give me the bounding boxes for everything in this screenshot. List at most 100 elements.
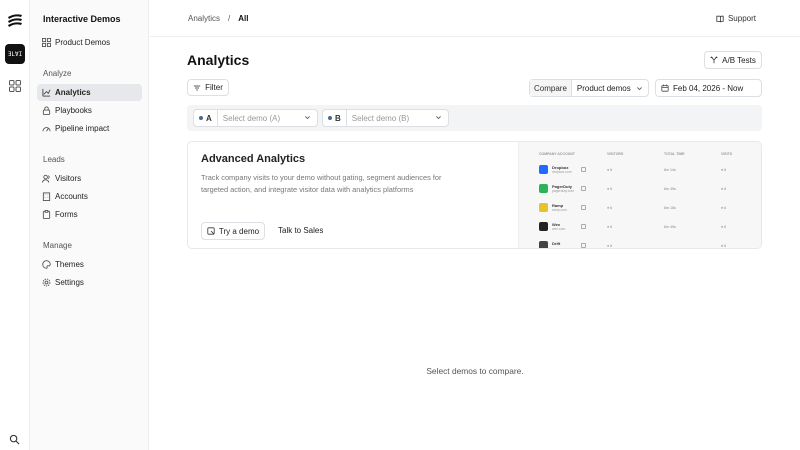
sidebar-item-analytics[interactable]: Analytics [37, 84, 142, 101]
chevron-down-icon [304, 114, 317, 123]
preview-company-domain: dropbox.com [552, 170, 572, 174]
palette-icon [41, 260, 51, 270]
ab-tests-label: A/B Tests [722, 55, 756, 65]
promo-description: Track company visits to your demo withou… [201, 173, 442, 194]
sidebar-item-forms[interactable]: Forms [37, 206, 142, 223]
sidebar-item-pipeline-impact[interactable]: Pipeline impact [37, 120, 142, 137]
top-bar: Analytics / All Support [150, 0, 800, 37]
compare-value-text: Product demos [576, 83, 631, 93]
sidebar-item-visitors[interactable]: Visitors [37, 170, 142, 187]
gauge-icon [41, 124, 51, 134]
breadcrumb-current: All [238, 14, 249, 23]
breadcrumb: Analytics / All [188, 14, 248, 23]
page-title: Analytics [187, 52, 250, 68]
preview-visits: ● 6 [721, 206, 727, 210]
preview-visitors: ● 6 [607, 225, 613, 229]
preview-row: Ramp ramp.com ● 6 6m 18s ● 6 [539, 201, 761, 217]
gear-icon [41, 278, 51, 288]
section-label-leads: Leads [43, 155, 65, 164]
company-logo-icon [539, 184, 548, 193]
demo-select-bar: A Select demo (A) B Select demo (B) [187, 105, 762, 131]
sidebar-item-product-demos[interactable]: Product Demos [37, 34, 142, 51]
preview-row: Drift ● 6 ● 6 [539, 239, 761, 248]
chevron-down-icon [637, 86, 642, 90]
clipboard-icon [41, 210, 51, 220]
preview-total-time: 6m 49s [664, 225, 676, 229]
sidebar-item-playbooks[interactable]: Playbooks [37, 102, 142, 119]
sidebar-item-label: Playbooks [55, 106, 92, 115]
sidebar-item-accounts[interactable]: Accounts [37, 188, 142, 205]
demo-b-tag: B [323, 110, 347, 126]
preview-header-company: COMPANY ACCOUNT [539, 152, 575, 156]
compare-value[interactable]: Product demos [572, 80, 648, 96]
sidebar-item-label: Accounts [55, 192, 88, 201]
preview-row: PagerDuty pagerduty.com ● 6 6m 49s ● 6 [539, 182, 761, 198]
demo-select-b[interactable]: B Select demo (B) [322, 109, 449, 127]
preview-total-time: 6m 14s [664, 168, 676, 172]
sidebar: Interactive Demos Product Demos Analyze … [30, 0, 149, 450]
preview-header-visits: VISITS [721, 152, 733, 156]
preview-visitors: ● 6 [607, 168, 613, 172]
ab-tests-button[interactable]: A/B Tests [704, 51, 762, 69]
preview-company-name: Drift [552, 241, 561, 246]
try-demo-button[interactable]: Try a demo [201, 222, 265, 240]
sidebar-item-themes[interactable]: Themes [37, 256, 142, 273]
bar-chart-icon [41, 88, 51, 98]
section-label-manage: Manage [43, 241, 72, 250]
users-icon [41, 174, 51, 184]
preview-row: Dropbox dropbox.com ● 6 6m 14s ● 6 [539, 163, 761, 179]
filter-label: Filter [205, 83, 223, 92]
demo-select-a[interactable]: A Select demo (A) [193, 109, 318, 127]
copy-icon [581, 243, 586, 248]
preview-visitors: ● 6 [607, 187, 613, 191]
company-logo-icon [539, 203, 548, 212]
grid-icon[interactable] [9, 80, 21, 92]
copy-icon [581, 224, 586, 229]
icon-rail: ƎLⱯI [0, 0, 30, 450]
company-logo-icon [539, 222, 548, 231]
preview-company-domain: pagerduty.com [552, 189, 575, 193]
date-range-text: Feb 04, 2026 - Now [673, 83, 744, 93]
section-label-analyze: Analyze [43, 69, 72, 78]
book-icon [716, 15, 724, 22]
try-demo-label: Try a demo [218, 226, 260, 236]
compare-select[interactable]: Compare Product demos [529, 79, 649, 97]
support-button[interactable]: Support [716, 14, 756, 23]
sidebar-item-label: Themes [55, 260, 84, 269]
copy-icon [581, 167, 586, 172]
empty-state-message: Select demos to compare. [426, 366, 524, 376]
company-logo-icon [539, 165, 548, 174]
demo-a-placeholder: Select demo (A) [222, 113, 281, 123]
series-dot-icon [199, 116, 203, 120]
preview-visits: ● 6 [721, 187, 727, 191]
preview-visits: ● 6 [721, 244, 727, 248]
sidebar-item-settings[interactable]: Settings [37, 274, 142, 291]
demo-b-placeholder: Select demo (B) [351, 113, 410, 123]
sidebar-item-label: Pipeline impact [55, 124, 110, 133]
support-label: Support [727, 14, 756, 23]
split-icon [710, 56, 718, 64]
workspace-avatar[interactable]: ƎLⱯI [5, 44, 25, 64]
sidebar-item-label: Visitors [55, 174, 82, 183]
series-dot-icon [328, 116, 332, 120]
preview-total-time: 6m 49s [664, 187, 676, 191]
compare-label: Compare [530, 80, 572, 96]
preview-company-domain: ramp.com [552, 208, 568, 212]
lock-icon [41, 106, 51, 116]
preview-visits: ● 6 [721, 225, 727, 229]
talk-to-sales-link[interactable]: Talk to Sales [278, 226, 323, 235]
demo-b-tag-text: B [335, 113, 341, 123]
sidebar-item-label: Analytics [55, 88, 91, 97]
filter-button[interactable]: Filter [187, 79, 229, 96]
brand-logo-icon[interactable] [7, 13, 23, 27]
building-icon [41, 192, 51, 202]
search-icon[interactable] [9, 434, 20, 445]
date-range-picker[interactable]: Feb 04, 2026 - Now [655, 79, 762, 97]
demo-a-tag: A [194, 110, 218, 126]
calendar-icon [661, 84, 669, 92]
breadcrumb-parent[interactable]: Analytics [188, 14, 220, 23]
sidebar-item-label: Product Demos [55, 38, 111, 47]
preview-total-time: 6m 18s [664, 206, 676, 210]
sidebar-item-label: Settings [55, 278, 84, 287]
preview-company-domain: wex.com [552, 227, 566, 231]
